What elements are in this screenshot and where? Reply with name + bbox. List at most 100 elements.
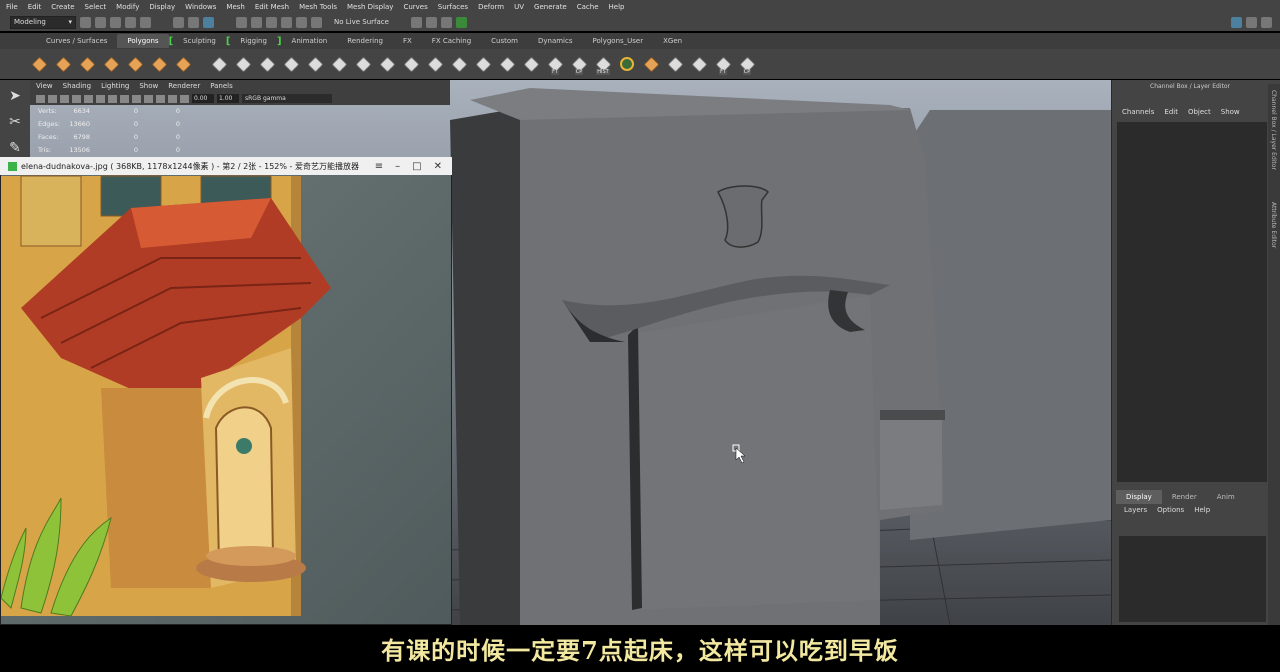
center-pivot-cp-alt-icon[interactable]: CP xyxy=(738,55,756,75)
freeze-transform-ft-alt-icon[interactable]: FT xyxy=(714,55,732,75)
isolate-select-icon[interactable] xyxy=(180,94,189,103)
channel-box-menu-item[interactable]: Channels xyxy=(1122,108,1154,120)
extract-icon[interactable] xyxy=(258,55,276,73)
menu-item[interactable]: Help xyxy=(609,3,625,11)
shelf-tab[interactable]: Animation xyxy=(282,34,338,48)
poly-cube-icon[interactable] xyxy=(54,55,72,73)
layer-editor-body[interactable] xyxy=(1119,536,1266,622)
colorspace-select[interactable]: sRGB gamma xyxy=(242,94,332,103)
snap-grid-icon[interactable] xyxy=(236,16,247,28)
undo-icon[interactable] xyxy=(125,16,136,28)
menu-item[interactable]: Mesh Tools xyxy=(299,3,337,11)
poly-sphere-icon[interactable] xyxy=(30,55,48,73)
menu-item[interactable]: Mesh xyxy=(226,3,244,11)
lasso-tool-icon[interactable]: ✂ xyxy=(5,112,25,132)
wireframe-icon[interactable] xyxy=(108,94,117,103)
bevel-icon[interactable] xyxy=(426,55,444,73)
poly-torus-icon[interactable] xyxy=(150,55,168,73)
resolution-gate-icon[interactable] xyxy=(96,94,105,103)
grid-icon[interactable] xyxy=(72,94,81,103)
shadows-icon[interactable] xyxy=(156,94,165,103)
poly-plane-icon[interactable] xyxy=(126,55,144,73)
viewport-menu-item[interactable]: View xyxy=(36,82,53,90)
render-icon[interactable] xyxy=(425,16,437,28)
select-tool-icon[interactable]: ➤ xyxy=(5,86,25,106)
paint-select-tool-icon[interactable]: ✎ xyxy=(5,138,25,158)
viewport-menu-item[interactable]: Shading xyxy=(63,82,91,90)
center-pivot-cp-icon[interactable]: CP xyxy=(570,55,588,75)
menu-item[interactable]: Mesh Display xyxy=(347,3,393,11)
close-icon[interactable]: ✕ xyxy=(434,161,442,172)
shelf-tab[interactable]: Rendering xyxy=(337,34,393,48)
viewport-menu-item[interactable]: Lighting xyxy=(101,82,129,90)
mode-selector[interactable]: Modeling ▾ xyxy=(10,15,76,29)
attribute-editor-toggle-icon[interactable] xyxy=(1246,16,1257,28)
reference-window-titlebar[interactable]: elena-dudnakova-.jpg ( 368KB, 1178x1244像… xyxy=(0,157,452,175)
mirror-icon[interactable] xyxy=(330,55,348,73)
side-tab-attribute-editor[interactable]: Attribute Editor xyxy=(1270,202,1277,248)
history-icon[interactable] xyxy=(410,16,422,28)
poly-cube-alt-icon[interactable] xyxy=(642,55,660,73)
menu-item[interactable]: File xyxy=(6,3,18,11)
layer-editor-tab[interactable]: Display xyxy=(1116,490,1162,504)
snap-point-icon[interactable] xyxy=(266,16,277,28)
redo-icon[interactable] xyxy=(140,16,151,28)
merge-icon[interactable] xyxy=(498,55,516,73)
viewport-menu-item[interactable]: Renderer xyxy=(168,82,200,90)
save-scene-icon[interactable] xyxy=(110,16,121,28)
menu-item[interactable]: Create xyxy=(51,3,74,11)
uv-editor-icon[interactable] xyxy=(522,55,540,73)
hypershade-icon[interactable] xyxy=(455,16,467,28)
combine-icon[interactable] xyxy=(210,55,228,73)
delete-history-icon[interactable]: HIST xyxy=(594,55,612,75)
menu-item[interactable]: Windows xyxy=(185,3,216,11)
separate-icon[interactable] xyxy=(234,55,252,73)
smooth-shade-icon[interactable] xyxy=(120,94,129,103)
shelf-tab[interactable]: Rigging xyxy=(230,34,277,48)
channel-box-toggle-icon[interactable] xyxy=(1261,16,1272,28)
open-scene-icon[interactable] xyxy=(95,16,106,28)
menu-item[interactable]: Deform xyxy=(478,3,504,11)
multi-cut-icon[interactable] xyxy=(354,55,372,73)
extrude-icon[interactable] xyxy=(378,55,396,73)
viewport-menu-item[interactable]: Panels xyxy=(210,82,233,90)
layer-editor-menu-item[interactable]: Options xyxy=(1157,506,1184,518)
reference-image-window[interactable] xyxy=(0,157,452,625)
select-hierarchy-icon[interactable] xyxy=(173,16,184,28)
menu-item[interactable]: Generate xyxy=(534,3,567,11)
textured-icon[interactable] xyxy=(132,94,141,103)
minimize-icon[interactable]: – xyxy=(395,161,400,172)
snap-surface-icon[interactable] xyxy=(296,16,307,28)
live-surface-label[interactable]: No Live Surface xyxy=(334,18,389,26)
ipr-render-icon[interactable] xyxy=(440,16,452,28)
shelf-tab[interactable]: XGen xyxy=(653,34,692,48)
shelf-tab[interactable]: Custom xyxy=(481,34,528,48)
smooth-icon[interactable] xyxy=(282,55,300,73)
append-polygon-icon[interactable] xyxy=(450,55,468,73)
menu-item[interactable]: Curves xyxy=(403,3,427,11)
soft-select-icon[interactable] xyxy=(666,55,684,73)
exposure-field[interactable]: 0.00 xyxy=(192,94,214,103)
xray-icon[interactable] xyxy=(168,94,177,103)
boolean-icon[interactable] xyxy=(306,55,324,73)
select-component-icon[interactable] xyxy=(203,16,214,28)
shelf-tab[interactable]: FX xyxy=(393,34,422,48)
panel-layout-icon[interactable] xyxy=(1231,16,1242,28)
fill-hole-icon[interactable] xyxy=(474,55,492,73)
shelf-tab[interactable]: Polygons xyxy=(117,34,169,48)
magnet-icon[interactable] xyxy=(311,16,322,28)
shelf-tab[interactable]: Curves / Surfaces xyxy=(36,34,117,48)
channel-box-menu-item[interactable]: Show xyxy=(1221,108,1240,120)
side-tab-channel-box[interactable]: Channel Box / Layer Editor xyxy=(1270,90,1277,170)
menu-item[interactable]: Cache xyxy=(577,3,599,11)
layer-editor-menu-item[interactable]: Help xyxy=(1194,506,1210,518)
menu-item[interactable]: Display xyxy=(149,3,175,11)
shelf-tab[interactable]: Dynamics xyxy=(528,34,583,48)
shelf-tab[interactable]: FX Caching xyxy=(422,34,481,48)
sculpt-icon[interactable] xyxy=(690,55,708,73)
shelf-tab[interactable]: Sculpting xyxy=(173,34,226,48)
select-object-icon[interactable] xyxy=(188,16,199,28)
lighting-icon[interactable] xyxy=(144,94,153,103)
maximize-icon[interactable]: □ xyxy=(412,161,421,172)
freeze-transform-ft-icon[interactable]: FT xyxy=(546,55,564,75)
